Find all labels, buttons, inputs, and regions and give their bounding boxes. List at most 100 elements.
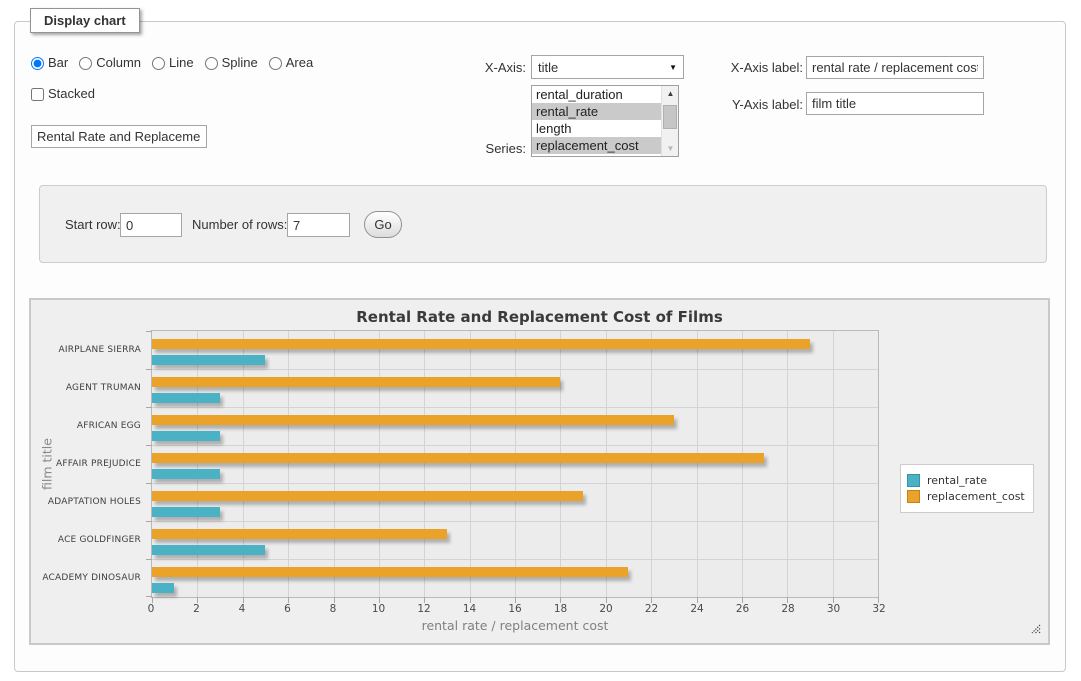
x-tick-label: 16 <box>508 603 521 615</box>
x-axis-title: rental rate / replacement cost <box>151 618 879 633</box>
chart-type-label: Column <box>96 55 141 71</box>
bar-rental-rate <box>152 583 174 593</box>
bar-rental-rate <box>152 431 220 441</box>
category-label: AFRICAN EGG <box>77 421 141 431</box>
bar-rental-rate <box>152 507 220 517</box>
x-tick-label: 12 <box>417 603 430 615</box>
chart-type-column[interactable]: Column <box>79 55 141 71</box>
x-axis-label-input[interactable] <box>806 56 984 79</box>
category-row: AIRPLANE SIERRA <box>152 331 878 369</box>
chart-type-label: Spline <box>222 55 258 71</box>
chart-type-radio-group: Bar Column Line Spline Area <box>31 55 324 71</box>
x-tick-label: 26 <box>736 603 749 615</box>
series-option[interactable]: rental_rate <box>532 103 661 120</box>
bar-rental-rate <box>152 393 220 403</box>
bar-replacement-cost <box>152 491 583 501</box>
series-label: Series: <box>406 141 526 157</box>
x-tick-label: 28 <box>781 603 794 615</box>
scroll-down-icon[interactable]: ▼ <box>662 141 679 156</box>
y-axis-text-label: Y-Axis label: <box>663 97 803 113</box>
x-tick-label: 22 <box>645 603 658 615</box>
chart-type-radio[interactable] <box>205 57 218 70</box>
category-row: ACE GOLDFINGER <box>152 521 878 559</box>
chart-title-input[interactable] <box>31 125 207 148</box>
bar-replacement-cost <box>152 377 560 387</box>
x-tick-label: 4 <box>239 603 246 615</box>
chart-type-line[interactable]: Line <box>152 55 194 71</box>
bar-series-area: AIRPLANE SIERRAAGENT TRUMANAFRICAN EGGAF… <box>152 331 878 597</box>
x-axis-tick-labels: 02468101214161820222426283032 <box>151 603 879 616</box>
legend-swatch <box>907 490 920 503</box>
bar-rental-rate <box>152 355 265 365</box>
chart-type-bar[interactable]: Bar <box>31 55 68 71</box>
x-axis-select[interactable]: title ▼ <box>531 55 684 79</box>
chart-type-radio[interactable] <box>31 57 44 70</box>
stacked-row: Stacked <box>31 86 95 102</box>
x-tick-label: 8 <box>330 603 337 615</box>
chart-type-spline[interactable]: Spline <box>205 55 258 71</box>
stacked-checkbox[interactable] <box>31 88 44 101</box>
legend-swatch <box>907 474 920 487</box>
category-label: AIRPLANE SIERRA <box>58 345 141 355</box>
start-row-label: Start row: <box>65 213 121 237</box>
display-chart-fieldset: Display chart BarColumnLineSplineArea St… <box>14 21 1066 672</box>
start-row-input[interactable] <box>120 213 182 237</box>
series-listbox[interactable]: rental_durationrental_ratelengthreplacem… <box>531 85 679 157</box>
plot-area: AIRPLANE SIERRAAGENT TRUMANAFRICAN EGGAF… <box>151 330 879 598</box>
resize-handle-icon[interactable] <box>1031 624 1041 634</box>
x-tick-label: 2 <box>193 603 200 615</box>
fieldset-legend: Display chart <box>30 8 140 33</box>
chart-type-label: Line <box>169 55 194 71</box>
x-tick-label: 0 <box>148 603 155 615</box>
chart-container: Rental Rate and Replacement Cost of Film… <box>29 298 1050 645</box>
bar-rental-rate <box>152 469 220 479</box>
legend-label: rental_rate <box>927 474 987 487</box>
category-row: ADAPTATION HOLES <box>152 483 878 521</box>
series-option[interactable]: rental_duration <box>532 86 661 103</box>
category-label: AFFAIR PREJUDICE <box>56 459 141 469</box>
go-button[interactable]: Go <box>364 211 402 238</box>
x-tick-label: 24 <box>690 603 703 615</box>
x-tick-label: 18 <box>554 603 567 615</box>
num-rows-label: Number of rows: <box>192 213 287 237</box>
chart-type-label: Area <box>286 55 313 71</box>
x-tick-label: 30 <box>827 603 840 615</box>
bar-replacement-cost <box>152 339 810 349</box>
chart-type-radio[interactable] <box>152 57 165 70</box>
x-tick-label: 6 <box>284 603 291 615</box>
bar-replacement-cost <box>152 529 447 539</box>
category-row: AFRICAN EGG <box>152 407 878 445</box>
legend-item: rental_rate <box>907 474 1025 487</box>
bar-replacement-cost <box>152 453 764 463</box>
legend-label: replacement_cost <box>927 490 1025 503</box>
y-axis-label-input[interactable] <box>806 92 984 115</box>
category-label: ACADEMY DINOSAUR <box>42 573 141 583</box>
category-label: ACE GOLDFINGER <box>58 535 141 545</box>
x-axis-selected-value: title <box>538 60 558 75</box>
category-label: ADAPTATION HOLES <box>48 497 141 507</box>
x-tick-label: 10 <box>372 603 385 615</box>
legend-item: replacement_cost <box>907 490 1025 503</box>
series-option[interactable]: length <box>532 120 661 137</box>
chart-legend: rental_rate replacement_cost <box>900 464 1034 513</box>
num-rows-input[interactable] <box>287 213 350 237</box>
chart-type-label: Bar <box>48 55 68 71</box>
y-axis-title: film title <box>39 330 55 598</box>
chart-type-area[interactable]: Area <box>269 55 313 71</box>
category-row: AGENT TRUMAN <box>152 369 878 407</box>
bar-replacement-cost <box>152 415 674 425</box>
series-option[interactable]: replacement_cost <box>532 137 661 154</box>
category-row: ACADEMY DINOSAUR <box>152 559 878 597</box>
chart-type-radio[interactable] <box>269 57 282 70</box>
bar-replacement-cost <box>152 567 628 577</box>
chart-title: Rental Rate and Replacement Cost of Film… <box>31 308 1048 326</box>
stacked-label: Stacked <box>48 86 95 102</box>
x-tick-label: 20 <box>599 603 612 615</box>
x-axis-text-label: X-Axis label: <box>663 60 803 76</box>
rows-panel: Start row: Number of rows: Go <box>39 185 1047 263</box>
bar-rental-rate <box>152 545 265 555</box>
x-axis-label: X-Axis: <box>406 60 526 76</box>
x-tick-label: 14 <box>463 603 476 615</box>
chart-type-radio[interactable] <box>79 57 92 70</box>
category-row: AFFAIR PREJUDICE <box>152 445 878 483</box>
